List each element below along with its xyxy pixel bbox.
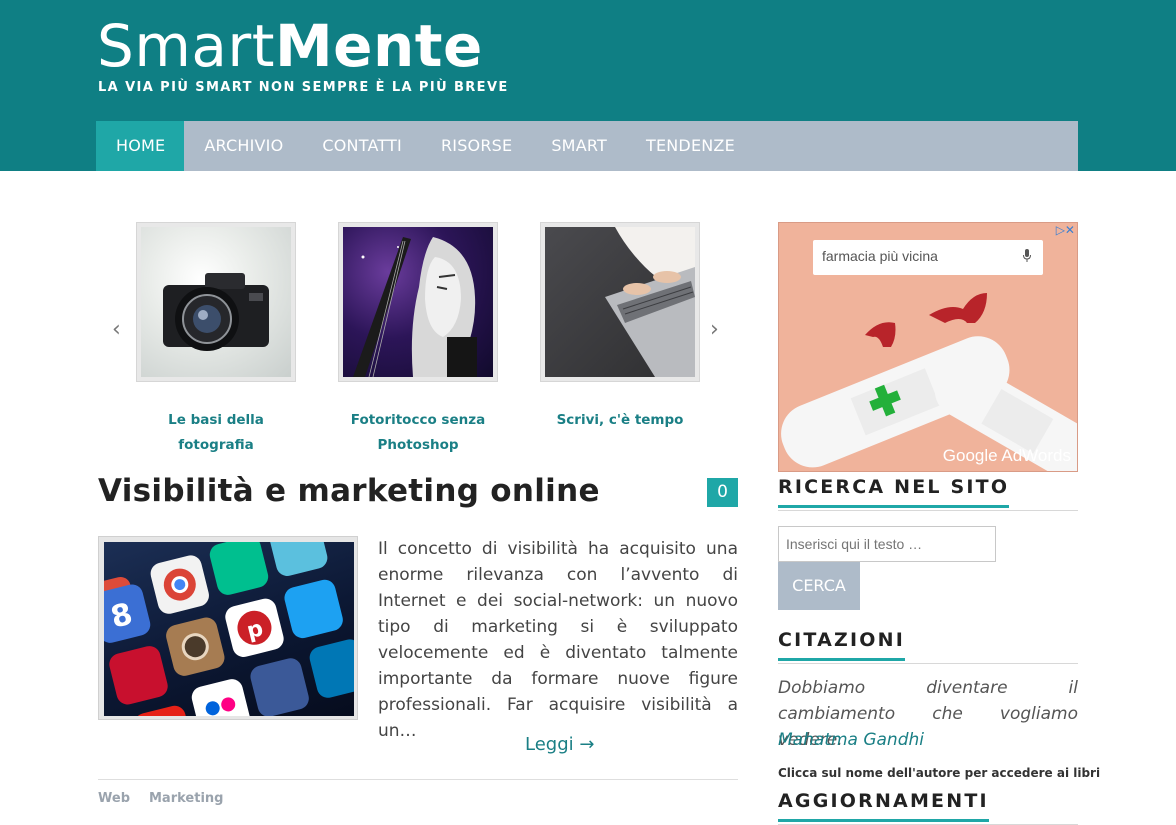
quote-note: Clicca sul nome dell'autore per accedere… (778, 766, 1101, 780)
widget-divider (778, 663, 1078, 664)
ad-search-box[interactable]: farmacia più vicina (813, 240, 1043, 275)
google-adwords-logo: Google AdWords (943, 446, 1071, 466)
tag-link-web[interactable]: Web (98, 791, 130, 806)
slide-caption[interactable]: Fotoritocco senza Photoshop (338, 408, 498, 458)
post-image-frame[interactable]: 8 p (98, 536, 358, 720)
comment-count-badge[interactable]: 0 (707, 478, 738, 507)
site-title-light[interactable]: Smart (97, 12, 275, 80)
ad-brand: Google (942, 446, 998, 465)
search-button[interactable]: Cerca (778, 562, 860, 610)
post-title[interactable]: Visibilità e marketing online (98, 473, 600, 509)
site-tagline: La via più smart non sempre è la più bre… (98, 80, 509, 95)
nav-item-risorse[interactable]: Risorse (421, 121, 531, 171)
tag-link-marketing[interactable]: Marketing (149, 791, 223, 806)
widget-divider (778, 510, 1078, 511)
nav-item-smart[interactable]: Smart (531, 121, 626, 171)
carousel-slide[interactable]: Scrivi, c'è tempo (540, 222, 700, 433)
site-title[interactable]: SmartMente (97, 10, 483, 82)
site-search-input[interactable] (778, 526, 996, 562)
nav-item-contatti[interactable]: Contatti (302, 121, 421, 171)
post-excerpt: Il concetto di visibilità ha acquisito u… (378, 539, 738, 741)
carousel-slide[interactable]: Le basi della fotografia (136, 222, 296, 458)
quote-author-link[interactable]: Mahatma Gandhi (778, 727, 924, 753)
camera-photo-icon[interactable] (141, 227, 291, 377)
microphone-icon[interactable] (1023, 249, 1031, 263)
slide-caption[interactable]: Le basi della fotografia (136, 408, 296, 458)
site-title-bold[interactable]: Mente (275, 12, 483, 80)
adwords-banner[interactable]: ▷✕ farmacia più vicina Google AdWords (778, 222, 1078, 472)
nav-item-home[interactable]: Home (96, 121, 185, 171)
main-navigation: Home Archivio Contatti Risorse Smart Ten… (96, 121, 1078, 171)
ad-choices-icon[interactable]: ▷✕ (1056, 223, 1075, 237)
ad-search-text: farmacia più vicina (822, 248, 938, 264)
carousel-slide[interactable]: Fotoritocco senza Photoshop (338, 222, 498, 458)
widget-title-updates: Aggiornamenti (778, 790, 989, 822)
slide-image-frame[interactable] (338, 222, 498, 382)
read-more-link[interactable]: Leggi → (525, 734, 594, 755)
nav-item-tendenze[interactable]: Tendenze (626, 121, 754, 171)
carousel-next-arrow[interactable]: › (710, 317, 719, 342)
carousel-prev-arrow[interactable]: ‹ (112, 317, 121, 342)
nav-item-archivio[interactable]: Archivio (184, 121, 302, 171)
slide-caption[interactable]: Scrivi, c'è tempo (540, 408, 700, 433)
laptop-typing-photo-icon[interactable] (545, 227, 695, 377)
ad-brand-suffix: AdWords (1001, 446, 1071, 465)
post-divider (98, 779, 738, 780)
widget-title-search: Ricerca nel sito (778, 476, 1010, 508)
slide-image-frame[interactable] (136, 222, 296, 382)
slide-image-frame[interactable] (540, 222, 700, 382)
widget-title-quotes: Citazioni (778, 629, 905, 661)
guitar-portrait-photo-icon[interactable] (343, 227, 493, 377)
social-apps-photo-icon[interactable]: 8 p (104, 542, 354, 716)
